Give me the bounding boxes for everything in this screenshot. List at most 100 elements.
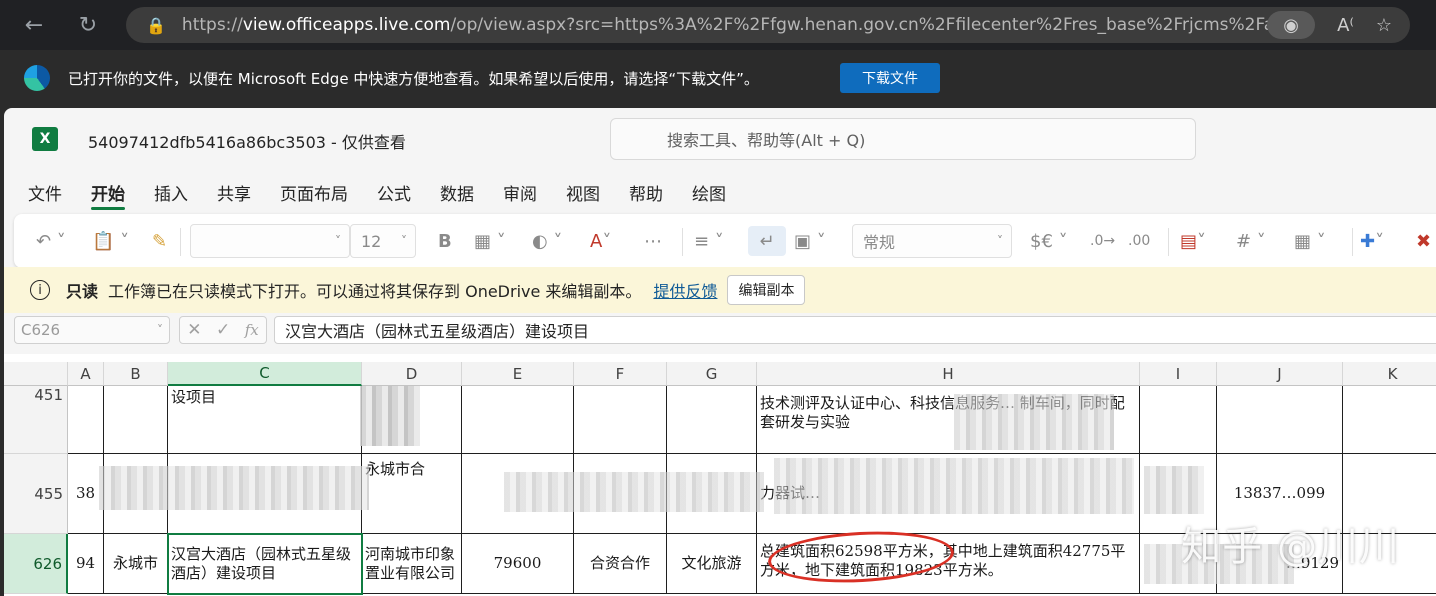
tab-view[interactable]: 视图 [566, 172, 600, 212]
column-header-g[interactable]: G [667, 362, 757, 386]
excel-logo-icon[interactable]: X [32, 127, 58, 151]
insert-cells-icon[interactable]: ✚ ˅ [1360, 226, 1384, 256]
refresh-icon[interactable]: ↻ [68, 5, 108, 45]
address-bar[interactable]: 🔒 https://view.officeapps.live.com/op/vi… [126, 7, 1410, 43]
select-all-corner[interactable] [4, 362, 68, 386]
confirm-icon[interactable]: ✓ [216, 320, 230, 340]
name-box[interactable]: C626 ˅ [14, 316, 170, 344]
cell-d626[interactable]: 河南城市印象置业有限公司 [362, 534, 462, 594]
tab-share[interactable]: 共享 [217, 172, 251, 212]
more-options-icon[interactable]: ⋯ [644, 226, 662, 256]
column-header-h[interactable]: H [757, 362, 1140, 386]
readonly-label: 只读 [66, 282, 99, 301]
cell-styles-icon[interactable]: ▦ ˅ [1294, 226, 1326, 256]
column-header-d[interactable]: D [362, 362, 462, 386]
search-input[interactable]: 搜索工具、帮助等(Alt + Q) [610, 118, 1196, 160]
cell-f451[interactable] [574, 386, 667, 454]
url-host: view.officeapps.live.com [242, 15, 451, 35]
cell-b451[interactable] [104, 386, 168, 454]
undo-icon[interactable]: ↶ ˅ [36, 226, 66, 256]
decrease-decimal-icon[interactable]: .0→ [1090, 226, 1115, 256]
font-family-select[interactable]: ˅ [190, 224, 350, 258]
url-prefix: https:// [181, 15, 243, 35]
bold-button[interactable]: B [438, 226, 452, 256]
tab-review[interactable]: 审阅 [503, 172, 537, 212]
row-header-626[interactable]: 626 [4, 534, 68, 594]
cancel-icon[interactable]: ✕ [187, 320, 201, 340]
redaction-mosaic [774, 458, 1134, 514]
column-header-b[interactable]: B [104, 362, 168, 386]
cell-c451[interactable]: 设项目 [168, 386, 362, 454]
cell-a451[interactable] [68, 386, 104, 454]
tab-page-layout[interactable]: 页面布局 [280, 172, 348, 212]
font-color-icon[interactable]: A ˅ [590, 226, 611, 256]
address-bar-actions: ◉ A⁽ ☆ [1267, 7, 1392, 43]
cell-k451[interactable] [1343, 386, 1436, 454]
feedback-link[interactable]: 提供反馈 [653, 278, 717, 302]
column-header-c[interactable]: C [168, 362, 362, 386]
column-header-f[interactable]: F [574, 362, 667, 386]
align-icon[interactable]: ≡ ˅ [694, 226, 724, 256]
cell-g451[interactable] [667, 386, 757, 454]
row-header-455[interactable]: 455 [4, 454, 68, 534]
column-header-i[interactable]: I [1140, 362, 1217, 386]
edit-copy-button[interactable]: 编辑副本 [727, 275, 806, 305]
back-icon[interactable]: ← [14, 5, 54, 45]
column-header-e[interactable]: E [462, 362, 574, 386]
tab-help[interactable]: 帮助 [629, 172, 663, 212]
column-header-j[interactable]: J [1217, 362, 1343, 386]
borders-icon[interactable]: ▦ ˅ [474, 226, 506, 256]
redaction-mosaic [504, 472, 764, 512]
chevron-down-icon: ˅ [997, 234, 1003, 248]
tab-file[interactable]: 文件 [28, 172, 62, 212]
chevron-down-icon: ˅ [157, 323, 163, 337]
read-aloud-icon[interactable]: A⁽ [1337, 15, 1354, 36]
column-header-k[interactable]: K [1343, 362, 1436, 386]
cell-g626[interactable]: 文化旅游 [667, 534, 757, 594]
function-icon[interactable]: fx [245, 321, 259, 339]
watermark-text: 知乎 @川川 [1181, 524, 1400, 570]
font-size-select[interactable]: 12 ˅ [350, 224, 416, 258]
merge-cells-icon[interactable]: ▣ ˅ [794, 226, 826, 256]
delete-cells-icon[interactable]: ✖ [1416, 226, 1431, 256]
tab-draw[interactable]: 绘图 [692, 172, 726, 212]
tab-data[interactable]: 数据 [440, 172, 474, 212]
cell-i451[interactable] [1140, 386, 1217, 454]
ribbon-toolbar: ↶ ˅ 📋 ˅ ✎ ˅ 12 ˅ B ▦ ˅ ◐ ˅ A ˅ ⋯ ≡ ˅ ↵ ▣ … [14, 214, 1436, 268]
wrap-text-icon[interactable]: ↵ [748, 226, 786, 256]
cell-e626[interactable]: 79600 [462, 534, 574, 594]
cell-j451[interactable] [1217, 386, 1343, 454]
cell-a626[interactable]: 94 [68, 534, 104, 594]
browser-toolbar: ← ↻ 🔒 https://view.officeapps.live.com/o… [0, 0, 1436, 50]
row-header-451[interactable]: 451 [4, 386, 68, 454]
format-as-table-icon[interactable]: # ˅ [1236, 226, 1266, 256]
favorite-star-icon[interactable]: ☆ [1376, 15, 1392, 36]
chevron-down-icon: ˅ [335, 234, 341, 248]
chevron-down-icon: ˅ [401, 234, 407, 248]
paste-icon[interactable]: 📋 ˅ [92, 226, 129, 256]
cell-f626[interactable]: 合资合作 [574, 534, 667, 594]
currency-format-icon[interactable]: $€ ˅ [1030, 226, 1068, 256]
column-header-a[interactable]: A [68, 362, 104, 386]
download-file-button[interactable]: 下载文件 [840, 63, 940, 93]
increase-decimal-icon[interactable]: .00 [1128, 226, 1150, 256]
tab-formulas[interactable]: 公式 [377, 172, 411, 212]
fill-color-icon[interactable]: ◐ ˅ [532, 226, 562, 256]
tab-insert[interactable]: 插入 [154, 172, 188, 212]
tracking-prevention-icon[interactable]: ◉ [1267, 11, 1316, 39]
number-format-value: 常规 [863, 233, 896, 252]
cell-e451[interactable] [462, 386, 574, 454]
lock-icon[interactable]: 🔒 [146, 16, 166, 35]
format-painter-icon[interactable]: ✎ [152, 226, 167, 256]
formula-input[interactable]: 汉宫大酒店（园林式五星级酒店）建设项目 [274, 316, 1436, 344]
cell-b626[interactable]: 永城市 [104, 534, 168, 594]
document-title: 54097412dfb5416a86bc3503 - 仅供查看 [88, 133, 406, 152]
number-format-select[interactable]: 常规 ˅ [852, 224, 1012, 258]
cell-d455[interactable]: 永城市合 [362, 454, 462, 534]
ribbon-divider [1352, 228, 1353, 256]
tab-home[interactable]: 开始 [91, 172, 125, 212]
conditional-format-icon[interactable]: ▤ ˅ [1180, 226, 1206, 256]
redaction-mosaic [360, 386, 420, 446]
ribbon-tabs: 文件 开始 插入 共享 页面布局 公式 数据 审阅 视图 帮助 绘图 [4, 172, 1436, 212]
redaction-mosaic [99, 466, 369, 510]
